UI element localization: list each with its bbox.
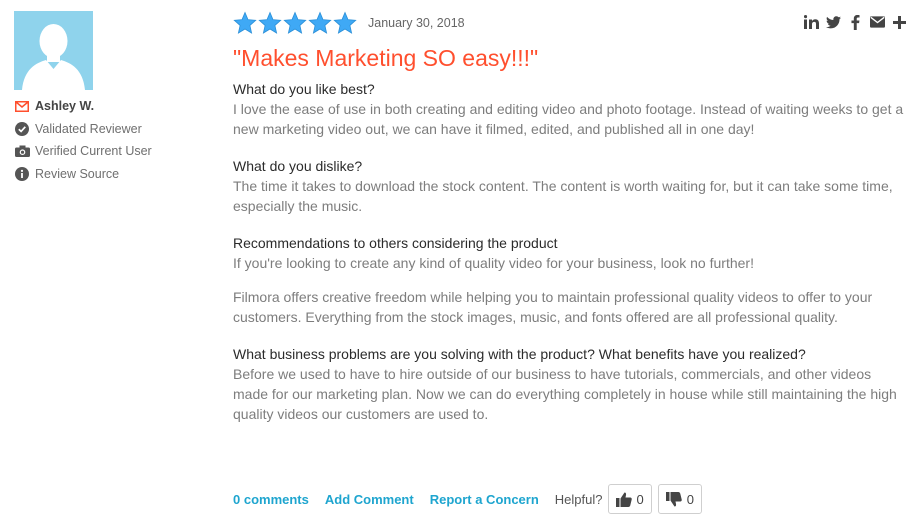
question-business-problems: What business problems are you solving w… [233, 346, 806, 362]
answer-like-best: I love the ease of use in both creating … [233, 101, 904, 137]
star-rating [233, 11, 357, 35]
star-icon [258, 11, 282, 34]
upvote-button[interactable]: 0 [607, 484, 652, 514]
comments-link[interactable]: 0 comments [233, 492, 309, 507]
star-icon [308, 11, 332, 34]
reviewer-name-row: Ashley W. [14, 95, 152, 118]
review-source-row: Review Source [14, 163, 152, 186]
avatar [14, 11, 93, 90]
helpful-label: Helpful? [554, 491, 603, 507]
plus-icon[interactable] [892, 14, 907, 30]
email-icon[interactable] [870, 14, 885, 30]
add-comment-link[interactable]: Add Comment [325, 492, 414, 507]
reviewer-info: Ashley W. Validated Reviewer Verified Cu… [14, 95, 152, 185]
star-icon [333, 11, 357, 34]
check-circle-icon [14, 121, 30, 137]
reviewer-name[interactable]: Ashley W. [35, 99, 94, 113]
facebook-icon[interactable] [848, 14, 863, 30]
thumbs-down-icon [665, 491, 682, 506]
answer-recommendations-2: Filmora offers creative freedom while he… [233, 289, 873, 325]
review-actions: 0 comments Add Comment Report a Concern … [233, 484, 708, 514]
share-bar [804, 14, 907, 30]
verified-user-label: Verified Current User [35, 144, 152, 159]
twitter-icon[interactable] [826, 14, 841, 30]
upvote-count: 0 [636, 491, 644, 507]
answer-recommendations-1: If you're looking to create any kind of … [233, 255, 754, 271]
question-dislike: What do you dislike? [233, 158, 363, 174]
downvote-button[interactable]: 0 [657, 484, 702, 514]
question-recommendations: Recommendations to others considering th… [233, 235, 558, 251]
linkedin-icon[interactable] [804, 14, 819, 30]
star-icon [283, 11, 307, 34]
answer-dislike: The time it takes to download the stock … [233, 178, 893, 214]
info-icon[interactable] [14, 166, 30, 182]
validated-reviewer-label: Validated Reviewer [35, 121, 142, 136]
star-icon [233, 11, 257, 34]
thumbs-up-icon [615, 492, 632, 507]
review-source-label: Review Source [35, 166, 120, 181]
verified-user-row: Verified Current User [14, 140, 152, 163]
review-card: Ashley W. Validated Reviewer Verified Cu… [0, 0, 917, 525]
question-like-best: What do you like best? [233, 81, 375, 97]
downvote-count: 0 [686, 491, 694, 507]
envelope-icon [14, 98, 30, 114]
answer-business-problems: Before we used to have to hire outside o… [233, 366, 897, 422]
camera-icon [14, 143, 30, 159]
review-body: January 30, 2018 "Makes Marketing SO eas… [233, 10, 913, 424]
validated-reviewer-row: Validated Reviewer [14, 118, 152, 141]
user-silhouette-icon [22, 24, 85, 90]
review-date: January 30, 2018 [368, 16, 465, 30]
report-concern-link[interactable]: Report a Concern [430, 492, 539, 507]
review-title[interactable]: "Makes Marketing SO easy!!!" [233, 44, 913, 72]
